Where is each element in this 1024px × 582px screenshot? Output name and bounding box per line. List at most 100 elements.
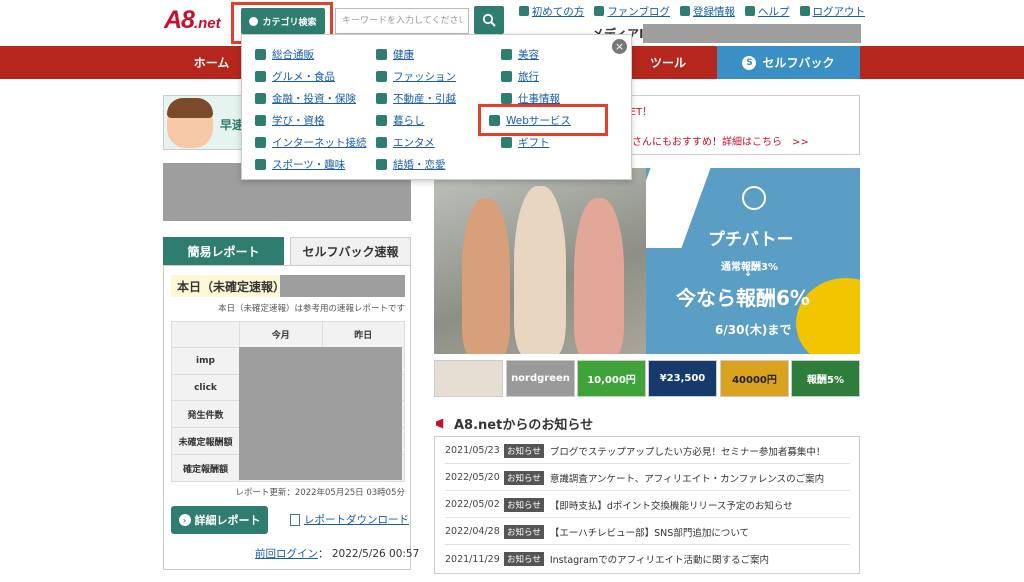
category-beauty[interactable]: 美容 — [501, 47, 539, 62]
news-badge: お知らせ — [504, 443, 544, 458]
news-date: 2021/11/29 — [445, 553, 500, 565]
category-label: エンタメ — [393, 137, 435, 149]
nav-selfback[interactable]: S セルフバック — [717, 46, 860, 79]
category-label: 暮らし — [393, 115, 425, 127]
category-label: 結婚・恋愛 — [393, 159, 446, 171]
logo-suffix: .net — [193, 15, 221, 32]
category-label: スポーツ・趣味 — [272, 159, 346, 171]
hero-photo-children[interactable] — [434, 168, 646, 354]
thumb-ad-3[interactable]: 10,000円 — [577, 360, 646, 397]
news-heading: A8.netからのお知らせ — [436, 414, 593, 433]
category-travel[interactable]: 旅行 — [501, 69, 539, 84]
search-icon — [594, 6, 605, 16]
category-dropdown: × 総合通販 健康 美容 グルメ・食品 ファッション 旅行 金融・投資・保険 不… — [241, 34, 632, 180]
news-date: 2021/05/23 — [445, 445, 500, 456]
character-illustration — [167, 98, 213, 148]
help-icon — [745, 6, 755, 16]
category-finance[interactable]: 金融・投資・保険 — [255, 91, 356, 106]
row-label: 確定報酬額 — [171, 454, 240, 482]
petit-bateau-logo-icon — [742, 186, 766, 210]
news-title-text: Instagramでのアフィリエイト活動に関するご案内 — [549, 555, 769, 566]
category-fashion[interactable]: ファッション — [376, 69, 456, 84]
news-item[interactable]: 2021/11/29 お知らせ Instagramでのアフィリエイト活動に関する… — [445, 546, 850, 572]
report-download-link[interactable]: レポートダウンロード — [290, 512, 409, 527]
news-item[interactable]: 2022/05/20 お知らせ 意識調査アンケート、アフィリエイト・カンファレン… — [445, 465, 850, 491]
news-date: 2022/05/20 — [445, 472, 500, 483]
thumb-ad-6[interactable]: 報酬5% — [791, 360, 860, 397]
category-label: 旅行 — [518, 71, 539, 83]
thumb-ad-5[interactable]: 40000円 — [720, 360, 789, 397]
report-download-label: レポートダウンロード — [304, 514, 409, 526]
heart-icon — [376, 159, 387, 170]
category-general-shopping[interactable]: 総合通販 — [255, 47, 314, 62]
toplink-label: 初めての方 — [531, 5, 585, 18]
news-item[interactable]: 2022/04/28 お知らせ 【エーハチレビュー部】SNS部門追加について — [445, 519, 850, 545]
news-badge: お知らせ — [504, 497, 544, 512]
category-entertainment[interactable]: エンタメ — [376, 135, 435, 150]
news-badge: お知らせ — [504, 470, 544, 485]
hero-current-rate: 今なら報酬6% — [676, 286, 810, 310]
thumb-ad-2[interactable]: nordgreen — [506, 360, 575, 397]
category-label: 総合通販 — [272, 49, 314, 61]
toplink-registration[interactable]: 登録情報 — [680, 4, 735, 18]
child-figure — [514, 186, 566, 354]
hero-ad-petit-bateau[interactable]: プチバトー 通常報酬3% ↓ 今なら報酬6% 6/30(木)まで — [646, 168, 860, 354]
category-gift[interactable]: ギフト — [501, 135, 550, 150]
news-date: 2022/05/02 — [445, 499, 500, 510]
toplink-beginner[interactable]: 初めての方 — [518, 4, 585, 18]
news-title: A8.netからのお知らせ — [454, 418, 594, 433]
promo-line-2[interactable]: アさんにもおすすめ！詳細はこちら >> — [622, 133, 809, 148]
nav-selfback-label: セルフバック — [762, 56, 835, 70]
user-icon — [680, 6, 690, 16]
thumb-ad-4[interactable]: ¥23,500 — [648, 360, 717, 397]
hero-date: 6/30(木)まで — [715, 323, 792, 337]
thumb-ad-1[interactable] — [434, 360, 503, 397]
logout-icon — [799, 6, 810, 16]
toplink-help[interactable]: ヘルプ — [745, 4, 790, 18]
category-living[interactable]: 暮らし — [376, 113, 425, 128]
search-button[interactable] — [474, 6, 504, 34]
hero-title: プチバトー — [708, 230, 794, 250]
category-learning[interactable]: 学び・資格 — [255, 113, 325, 128]
toplink-fanblog[interactable]: ファンブログ — [594, 4, 670, 18]
news-title-text: 意識調査アンケート、アフィリエイト・カンファレンスのご案内 — [549, 473, 825, 485]
category-gourmet[interactable]: グルメ・食品 — [255, 69, 335, 84]
building-icon — [376, 93, 387, 104]
category-label: ギフト — [518, 137, 550, 149]
col-this-month: 今月 — [239, 321, 323, 348]
sports-icon — [255, 159, 266, 170]
category-internet[interactable]: インターネット接続 — [255, 135, 367, 150]
table-corner — [171, 321, 240, 348]
news-item[interactable]: 2021/05/23 お知らせ ブログでステップアップしたい方必見！セミナー参加… — [445, 438, 850, 464]
last-login-link[interactable]: 前回ログイン — [255, 548, 318, 560]
category-label: ファッション — [393, 71, 456, 83]
top-links: 初めての方 ファンブログ 登録情報 ヘルプ ログアウト — [505, 4, 865, 18]
category-sports[interactable]: スポーツ・趣味 — [255, 157, 345, 172]
toplink-logout[interactable]: ログアウト — [799, 4, 865, 18]
news-badge: お知らせ — [504, 552, 544, 566]
category-marriage[interactable]: 結婚・恋愛 — [376, 157, 446, 172]
close-icon[interactable]: × — [612, 39, 627, 54]
row-label: imp — [171, 346, 240, 375]
money-bag-icon — [255, 93, 266, 104]
keyword-search-input[interactable] — [335, 8, 469, 34]
detail-report-button[interactable]: › 詳細レポート — [171, 506, 268, 534]
tab-simple-report[interactable]: 簡易レポート — [163, 237, 284, 266]
tab-selfback-report[interactable]: セルフバック速報 — [290, 237, 411, 266]
row-label: 未確定報酬額 — [171, 427, 240, 456]
category-health[interactable]: 健康 — [376, 47, 414, 62]
selfback-icon: S — [742, 55, 757, 70]
megaphone-icon — [436, 418, 444, 429]
row-label: 発生件数 — [171, 400, 240, 429]
nav-tools[interactable]: ツール — [628, 46, 708, 79]
a8-logo[interactable]: A8.net — [164, 6, 234, 36]
news-item[interactable]: 2022/05/02 お知らせ 【即時支払】dポイント交換機能リリース予定のお知… — [445, 492, 850, 518]
category-real-estate[interactable]: 不動産・引越 — [376, 91, 456, 106]
child-figure — [574, 198, 624, 354]
today-note: 本日（未確定速報）は参考用の速報レポートです — [217, 304, 405, 314]
last-login-value: 2022/5/26 00:57 — [331, 548, 420, 560]
category-label: 学び・資格 — [272, 115, 325, 127]
category-label: グルメ・食品 — [272, 71, 335, 83]
category-label: 美容 — [518, 49, 539, 61]
leaf-icon — [518, 6, 529, 16]
